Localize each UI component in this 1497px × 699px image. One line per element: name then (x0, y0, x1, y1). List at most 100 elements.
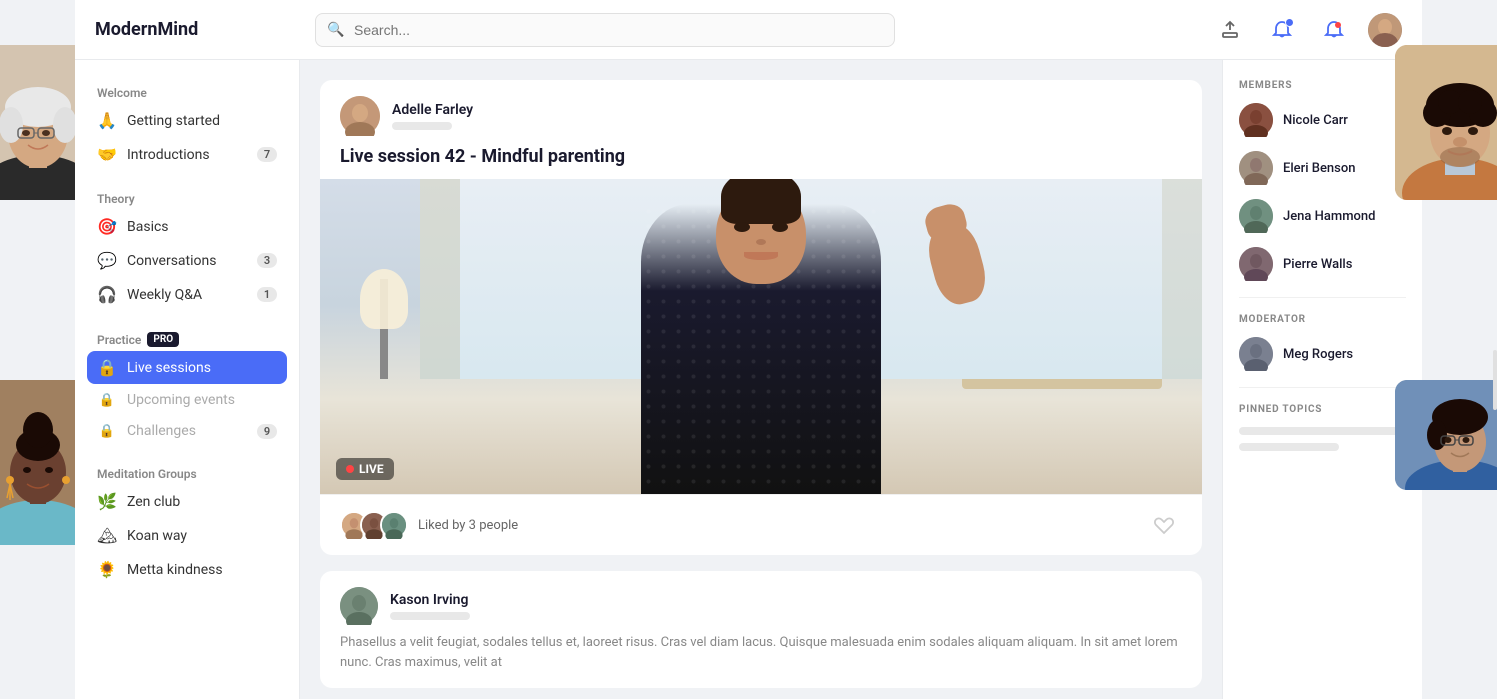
challenges-label: Challenges (127, 423, 247, 439)
sidebar-divider-1 (1239, 297, 1406, 298)
comment-card: Kason Irving Phasellus a velit feugiat, … (320, 571, 1202, 688)
post-author-avatar (340, 96, 380, 136)
header-actions (1212, 12, 1402, 48)
pro-badge: PRO (147, 332, 179, 347)
right-avatar-top (1395, 45, 1497, 200)
member-avatar-eleri (1239, 151, 1273, 185)
main-feed: Adelle Farley Live session 42 - Mindful … (300, 60, 1222, 699)
live-sessions-label: Live sessions (127, 360, 277, 376)
search-bar[interactable]: 🔍 (315, 13, 895, 47)
sidebar-item-zen-club[interactable]: 🌿 Zen club (87, 485, 287, 518)
member-name-nicole: Nicole Carr (1283, 113, 1348, 128)
sidebar-item-getting-started[interactable]: 🙏 Getting started (87, 104, 287, 137)
scrollbar[interactable] (1493, 350, 1497, 410)
moderator-item: Meg Rogers (1239, 337, 1406, 371)
live-label: LIVE (359, 462, 384, 476)
zen-club-label: Zen club (127, 494, 277, 510)
upcoming-events-icon: 🔒 (97, 393, 117, 408)
basics-label: Basics (127, 219, 277, 235)
metta-kindness-label: Metta kindness (127, 562, 277, 578)
live-sessions-icon: 🔒 (97, 358, 117, 377)
sidebar-item-upcoming-events[interactable]: 🔒 Upcoming events (87, 385, 287, 415)
sidebar-item-koan-way[interactable]: 🏔 Koan way (87, 519, 287, 552)
member-name-eleri: Eleri Benson (1283, 161, 1355, 176)
upload-icon[interactable] (1212, 12, 1248, 48)
search-input[interactable] (315, 13, 895, 47)
members-section-title: MEMBERS (1239, 80, 1406, 91)
liked-avatar-3 (380, 511, 408, 539)
member-item-pierre: Pierre Walls (1239, 247, 1406, 281)
sidebar-divider-2 (1239, 387, 1406, 388)
post-footer: Liked by 3 people (320, 494, 1202, 555)
sidebar-item-challenges[interactable]: 🔒 Challenges 9 (87, 416, 287, 446)
pinned-section-title: PINNED TOPICS (1239, 404, 1406, 415)
right-avatar-bottom (1395, 380, 1497, 490)
member-avatar-jena (1239, 199, 1273, 233)
weekly-qa-label: Weekly Q&A (127, 287, 247, 303)
koan-way-label: Koan way (127, 528, 277, 544)
upcoming-events-label: Upcoming events (127, 392, 277, 408)
sidebar: Welcome 🙏 Getting started 🤝 Introduction… (75, 60, 300, 699)
user-avatar[interactable] (1368, 13, 1402, 47)
video-scene (320, 179, 1202, 494)
header: ModernMind 🔍 (75, 0, 1422, 60)
like-button[interactable] (1146, 507, 1182, 543)
moderator-name: Meg Rogers (1283, 347, 1353, 362)
left-decorative-avatars (0, 0, 75, 699)
right-decorative-avatars (1422, 0, 1497, 699)
liked-text: Liked by 3 people (418, 518, 518, 533)
comment-author-name: Kason Irving (390, 592, 470, 608)
member-item-eleri: Eleri Benson (1239, 151, 1406, 185)
post-title: Live session 42 - Mindful parenting (320, 146, 1202, 179)
introductions-label: Introductions (127, 147, 247, 163)
sidebar-item-live-sessions[interactable]: 🔒 Live sessions (87, 351, 287, 384)
liked-avatars (340, 511, 408, 539)
pinned-line-2 (1239, 443, 1339, 451)
zen-club-icon: 🌿 (97, 492, 117, 511)
comment-avatar (340, 587, 378, 625)
nav-section-theory: Theory (87, 186, 287, 210)
sidebar-item-basics[interactable]: 🎯 Basics (87, 210, 287, 243)
sidebar-item-metta-kindness[interactable]: 🌻 Metta kindness (87, 553, 287, 586)
member-avatar-pierre (1239, 247, 1273, 281)
weekly-qa-badge: 1 (257, 287, 277, 302)
nav-section-practice: Practice (97, 333, 141, 347)
post-author-info: Adelle Farley (392, 102, 473, 130)
moderator-avatar (1239, 337, 1273, 371)
metta-kindness-icon: 🌻 (97, 560, 117, 579)
right-sidebar: MEMBERS Nicole Carr Eleri Benson Jena Ha… (1222, 60, 1422, 699)
getting-started-label: Getting started (127, 113, 277, 129)
search-icon: 🔍 (327, 22, 344, 38)
comment-header: Kason Irving (340, 587, 1182, 625)
sidebar-item-weekly-qa[interactable]: 🎧 Weekly Q&A 1 (87, 278, 287, 311)
post-card: Adelle Farley Live session 42 - Mindful … (320, 80, 1202, 555)
content-area: Welcome 🙏 Getting started 🤝 Introduction… (75, 60, 1422, 699)
member-avatar-nicole (1239, 103, 1273, 137)
introductions-badge: 7 (257, 147, 277, 162)
moderator-section-title: MODERATOR (1239, 314, 1406, 325)
member-name-jena: Jena Hammond (1283, 209, 1375, 224)
member-item-nicole: Nicole Carr (1239, 103, 1406, 137)
pinned-line-1 (1239, 427, 1406, 435)
challenges-badge: 9 (257, 424, 277, 439)
basics-icon: 🎯 (97, 217, 117, 236)
getting-started-icon: 🙏 (97, 111, 117, 130)
member-item-jena: Jena Hammond (1239, 199, 1406, 233)
challenges-icon: 🔒 (97, 424, 117, 439)
notification-icon-1[interactable] (1264, 12, 1300, 48)
live-badge: LIVE (336, 458, 394, 480)
sidebar-item-conversations[interactable]: 💬 Conversations 3 (87, 244, 287, 277)
weekly-qa-icon: 🎧 (97, 285, 117, 304)
conversations-label: Conversations (127, 253, 247, 269)
comment-text: Phasellus a velit feugiat, sodales tellu… (340, 633, 1182, 672)
post-header: Adelle Farley (320, 80, 1202, 146)
conversations-icon: 💬 (97, 251, 117, 270)
sidebar-item-introductions[interactable]: 🤝 Introductions 7 (87, 138, 287, 171)
live-video: LIVE (320, 179, 1202, 494)
nav-section-welcome: Welcome (87, 80, 287, 104)
introductions-icon: 🤝 (97, 145, 117, 164)
post-author-name: Adelle Farley (392, 102, 473, 118)
app-logo: ModernMind (95, 19, 295, 40)
notification-icon-2[interactable] (1316, 12, 1352, 48)
koan-way-icon: 🏔 (97, 526, 117, 545)
